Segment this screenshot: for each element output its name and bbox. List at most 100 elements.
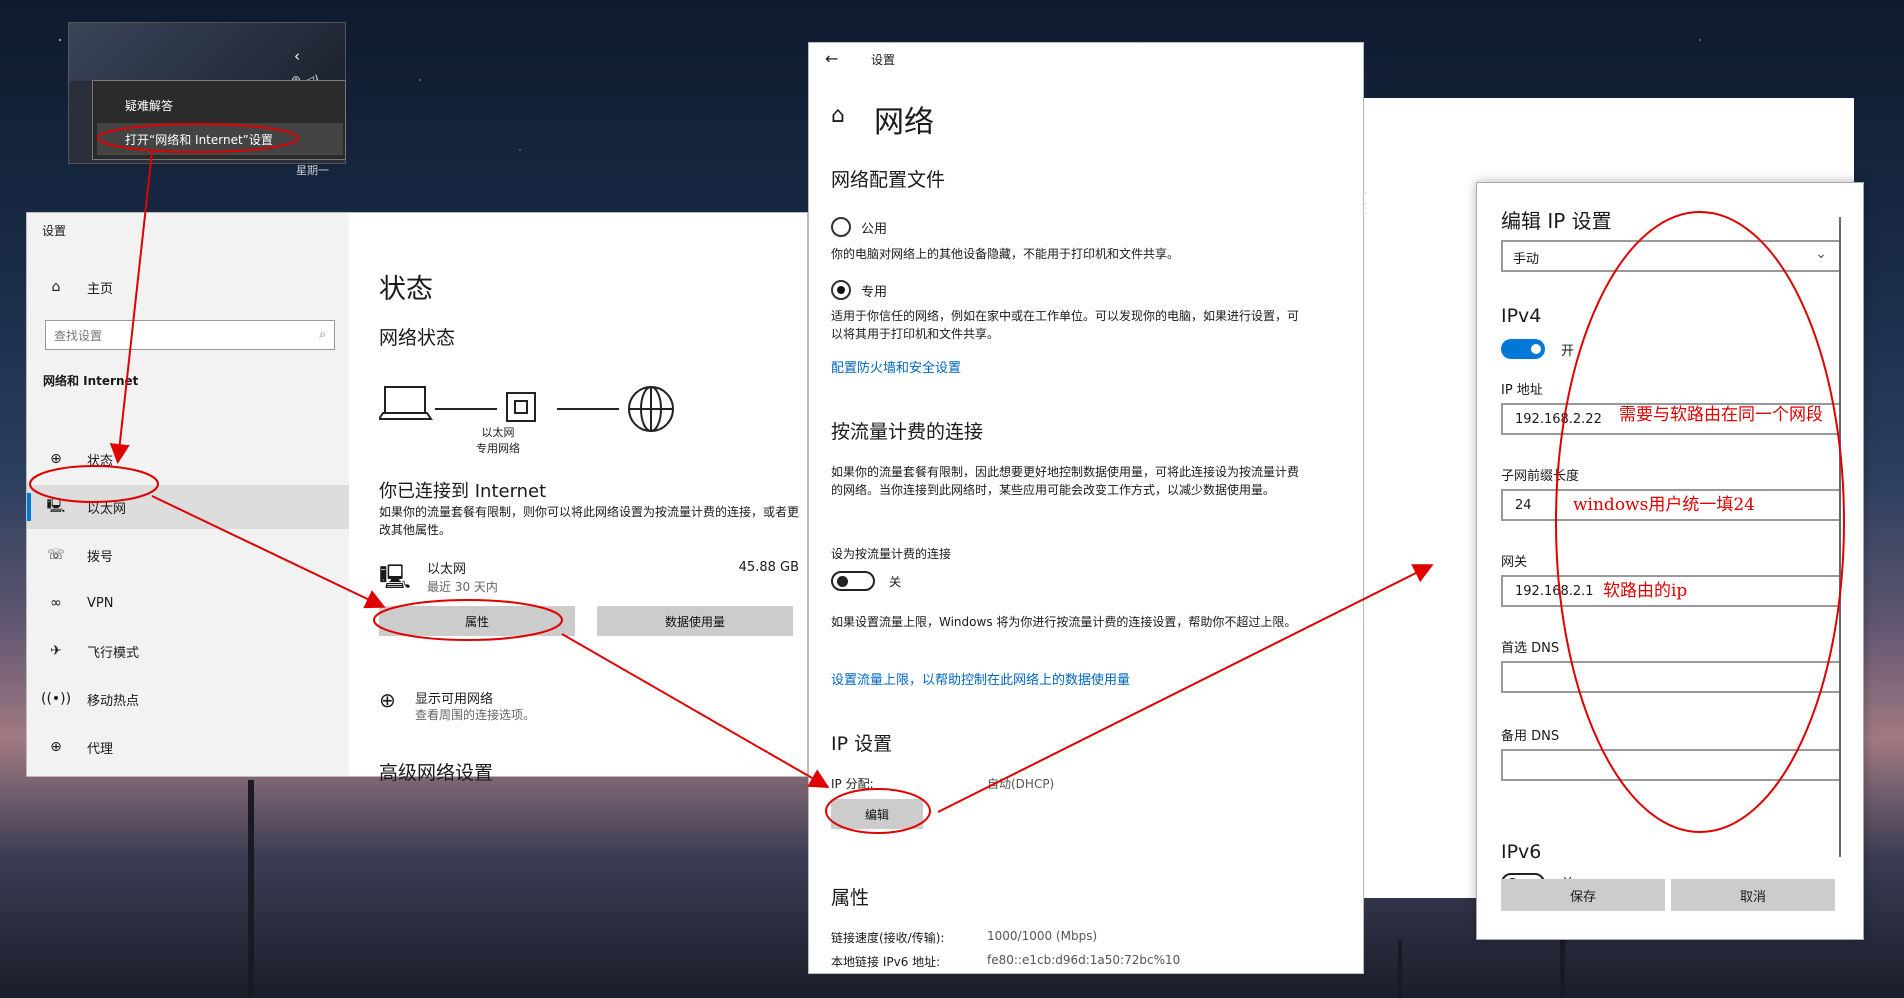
connected-heading: 你已连接到 Internet [379, 481, 547, 502]
ipv4-toggle[interactable] [1501, 339, 1545, 359]
show-networks-label: 显示可用网络 [415, 692, 494, 707]
sidebar-item-proxy[interactable]: ⊕ 代理 [27, 725, 349, 769]
dns1-input[interactable] [1501, 661, 1841, 693]
cancel-button[interactable]: 取消 [1671, 879, 1835, 911]
home-icon: ⌂ [51, 279, 61, 295]
settings-sidebar: 设置 ⌂ 主页 查找设置 ⌕ 网络和 Internet ⊕ 状态 🖳 以太网 ☏… [27, 213, 349, 776]
metered-toggle-state: 关 [889, 575, 902, 589]
status-page: 状态 网络状态 以太网 专用网络 你已连接到 Internet 如果你的流量套餐… [349, 213, 809, 784]
page-title: 网络 [874, 105, 934, 140]
ipv6-label: 本地链接 IPv6 地址: [831, 955, 941, 969]
ipv6-title: IPv6 [1501, 841, 1542, 863]
tray-date: 星期一 [296, 164, 329, 177]
metered-toggle[interactable] [831, 571, 875, 591]
wallpaper-pole [1398, 940, 1402, 998]
airplane-icon: ✈ [50, 643, 62, 659]
settings-window-network: ← 设置 ⌂ 网络 网络配置文件 公用 你的电脑对网络上的其他设备隐藏，不能用于… [808, 42, 1364, 974]
adapter-period: 最近 30 天内 [427, 580, 498, 594]
dialup-icon: ☏ [47, 547, 65, 563]
ip-mode-select[interactable]: 手动 ⌄ [1501, 240, 1841, 272]
search-input[interactable]: 查找设置 ⌕ [45, 320, 335, 350]
data-usage-button[interactable]: 数据使用量 [597, 606, 793, 636]
radio-private-label: 专用 [861, 285, 888, 300]
menu-item-troubleshoot[interactable]: 疑难解答 [125, 97, 173, 114]
chevron-left-icon[interactable]: ‹ [294, 47, 300, 65]
sidebar-item-vpn[interactable]: ∞ VPN [27, 581, 349, 625]
sidebar-item-ethernet[interactable]: 🖳 以太网 [27, 485, 349, 529]
globe-icon [628, 386, 674, 432]
sidebar-item-status[interactable]: ⊕ 状态 [27, 437, 349, 481]
firewall-link[interactable]: 配置防火墙和安全设置 [831, 357, 961, 376]
globe-icon: ⊕ [50, 739, 62, 755]
tray-context-menu: 疑难解答 打开“网络和 Internet”设置 [92, 80, 346, 160]
ethernet-icon: 🖳 [46, 498, 66, 514]
public-description: 你的电脑对网络上的其他设备隐藏，不能用于打印机和文件共享。 [831, 247, 1180, 261]
sidebar-item-label: 主页 [87, 281, 114, 297]
back-arrow-icon[interactable]: ← [825, 49, 838, 68]
sidebar-item-dialup[interactable]: ☏ 拨号 [27, 533, 349, 577]
connected-description: 如果你的流量套餐有限制，则你可以将此网络设置为按流量计费的连接，或者更改其他属性… [379, 505, 800, 537]
dns2-label: 备用 DNS [1501, 729, 1560, 744]
annotation-prefix-note: windows用户统一填24 [1573, 495, 1755, 515]
annotation-ip-note: 需要与软路由在同一个网段 [1619, 405, 1823, 425]
sidebar-item-airplane[interactable]: ✈ 飞行模式 [27, 629, 349, 673]
sidebar-item-label: 以太网 [87, 501, 127, 517]
limit-link[interactable]: 设置流量上限，以帮助控制在此网络上的数据使用量 [831, 669, 1130, 688]
sidebar-item-label: 移动热点 [87, 693, 140, 709]
diagram-label-private: 专用网络 [476, 442, 520, 455]
wallpaper-pole [248, 780, 254, 998]
chevron-down-icon: ⌄ [1815, 246, 1827, 262]
adapter-usage: 45.88 GB [738, 560, 799, 575]
radio-public[interactable] [831, 217, 851, 237]
section-title-profile: 网络配置文件 [831, 169, 946, 191]
sidebar-item-label: 拨号 [87, 549, 114, 565]
sidebar-item-label: 飞行模式 [87, 645, 140, 661]
ethernet-adapter-row: 🖳 以太网 最近 30 天内 45.88 GB [379, 558, 799, 602]
ipv6-value: fe80::e1cb:d96d:1a50:72bc%10 [987, 953, 1181, 967]
edit-button[interactable]: 编辑 [831, 799, 923, 829]
ethernet-adapter-icon: 🖳 [379, 563, 412, 591]
edit-ip-dialog: 编辑 IP 设置 手动 ⌄ IPv4 开 IP 地址 192.168.2.22 … [1476, 182, 1864, 940]
radio-private[interactable] [831, 280, 851, 300]
search-placeholder: 查找设置 [54, 329, 103, 343]
limit-description: 如果设置流量上限，Windows 将为你进行按流量计费的连接设置，帮助你不超过上… [831, 615, 1297, 629]
dialog-title: 编辑 IP 设置 [1501, 209, 1612, 233]
scroll-indicator: · · · [1364, 189, 1368, 220]
link-speed-label: 链接速度(接收/传输): [831, 931, 945, 945]
laptop-icon [379, 386, 433, 420]
prefix-label: 子网前缀长度 [1501, 469, 1580, 484]
link-speed-value: 1000/1000 (Mbps) [987, 929, 1098, 943]
save-button[interactable]: 保存 [1501, 879, 1665, 911]
sidebar-section-title: 网络和 Internet [43, 374, 139, 388]
dialog-scrollbar[interactable] [1839, 217, 1841, 857]
dns2-input[interactable] [1501, 749, 1841, 781]
metered-description: 如果你的流量套餐有限制，因此想要更好地控制数据使用量，可将此连接设为按流量计费的… [831, 465, 1300, 497]
home-icon: ⌂ [831, 103, 845, 128]
sidebar-item-hotspot[interactable]: ((•)) 移动热点 [27, 677, 349, 721]
section-title-properties: 属性 [831, 887, 870, 909]
diagram-labels: 以太网 专用网络 [448, 425, 548, 457]
gateway-label: 网关 [1501, 555, 1528, 570]
ip-assign-value: 自动(DHCP) [987, 777, 1055, 791]
section-title-metered: 按流量计费的连接 [831, 421, 984, 443]
ethernet-icon [506, 392, 536, 422]
dns1-label: 首选 DNS [1501, 641, 1560, 656]
annotation-gateway-note: 软路由的ip [1603, 581, 1688, 601]
window-title: 设置 [871, 53, 896, 67]
ip-assign-label: IP 分配: [831, 777, 874, 791]
metered-toggle-label: 设为按流量计费的连接 [831, 547, 952, 561]
ipv4-toggle-state: 开 [1561, 344, 1575, 359]
menu-item-open-network-settings[interactable]: 打开“网络和 Internet”设置 [125, 131, 273, 148]
search-icon: ⌕ [319, 327, 326, 341]
window-title: 设置 [42, 224, 67, 238]
ipv4-title: IPv4 [1501, 305, 1542, 327]
ip-address-label: IP 地址 [1501, 383, 1543, 398]
sidebar-item-label: 代理 [87, 741, 114, 757]
sidebar-item-home[interactable]: ⌂ 主页 [27, 265, 349, 309]
settings-window-status: 设置 ⌂ 主页 查找设置 ⌕ 网络和 Internet ⊕ 状态 🖳 以太网 ☏… [26, 212, 809, 784]
status-icon: ⊕ [50, 451, 62, 467]
properties-button[interactable]: 属性 [379, 606, 575, 636]
show-networks-subtitle: 查看周围的连接选项。 [415, 708, 536, 722]
radio-public-label: 公用 [861, 222, 888, 237]
page-title: 状态 [379, 274, 433, 305]
